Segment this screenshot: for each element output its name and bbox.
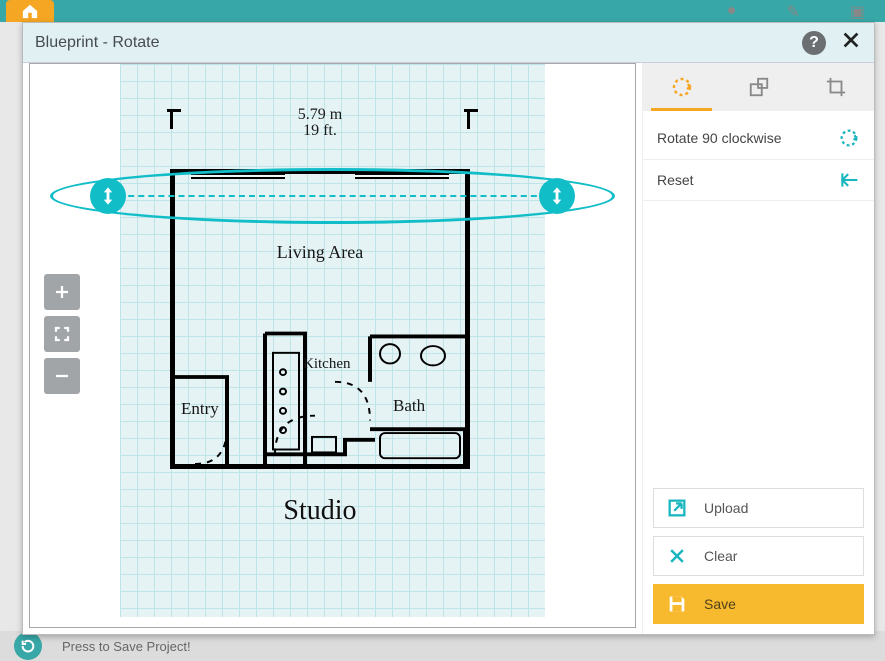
action-rotate-90-label: Rotate 90 clockwise bbox=[657, 130, 782, 146]
action-reset-label: Reset bbox=[657, 172, 694, 188]
rotate-90-icon bbox=[838, 127, 860, 149]
bg-icon-3: ▣ bbox=[850, 2, 865, 22]
action-rotate-90[interactable]: Rotate 90 clockwise bbox=[643, 117, 874, 160]
dim-tick-right bbox=[467, 109, 470, 129]
clear-icon bbox=[664, 546, 690, 566]
blueprint-rotate-dialog: Blueprint - Rotate ? bbox=[22, 22, 875, 635]
label-living: Living Area bbox=[175, 242, 465, 263]
zoom-in-button[interactable] bbox=[44, 274, 80, 310]
footer-refresh-icon[interactable] bbox=[14, 632, 42, 660]
save-icon bbox=[664, 593, 690, 615]
dimension-m: 5.79 m bbox=[298, 107, 342, 123]
help-icon[interactable]: ? bbox=[802, 31, 826, 55]
interior-walls bbox=[175, 174, 465, 464]
dim-tick-left bbox=[170, 109, 173, 129]
side-buttons: Upload Clear Save bbox=[643, 488, 874, 634]
home-tab[interactable] bbox=[6, 0, 54, 22]
footer-bar: Press to Save Project! bbox=[0, 631, 885, 661]
side-pane: Rotate 90 clockwise Reset Upload bbox=[642, 63, 874, 634]
dialog-title: Blueprint - Rotate bbox=[35, 34, 160, 52]
bg-top-icons: ● ✎ ▣ bbox=[727, 2, 865, 22]
save-button[interactable]: Save bbox=[653, 584, 864, 624]
label-bath: Bath bbox=[393, 396, 425, 416]
clear-label: Clear bbox=[704, 548, 737, 564]
rotate-handle-right[interactable] bbox=[539, 178, 575, 214]
close-icon[interactable] bbox=[840, 29, 862, 56]
bg-icon-2: ✎ bbox=[786, 2, 799, 22]
rotate-icon bbox=[670, 75, 694, 99]
label-entry: Entry bbox=[181, 399, 219, 419]
scale-icon bbox=[748, 76, 770, 98]
dimension-bracket: 5.79 m 19 ft. bbox=[170, 109, 470, 139]
rotate-handle-left[interactable] bbox=[90, 178, 126, 214]
room-outline: Living Area Kitchen Bath Entry bbox=[170, 169, 470, 469]
floor-plan: 5.79 m 19 ft. bbox=[170, 109, 470, 559]
zoom-fit-button[interactable] bbox=[44, 316, 80, 352]
home-icon bbox=[21, 3, 39, 19]
tab-scale[interactable] bbox=[720, 63, 797, 111]
plan-title: Studio bbox=[170, 495, 470, 527]
dialog-header: Blueprint - Rotate ? bbox=[23, 23, 874, 63]
zoom-out-button[interactable] bbox=[44, 358, 80, 394]
label-kitchen: Kitchen bbox=[303, 356, 350, 373]
canvas-pane: 5.79 m 19 ft. bbox=[23, 63, 642, 634]
reset-icon bbox=[838, 170, 860, 190]
action-list: Rotate 90 clockwise Reset bbox=[643, 111, 874, 207]
clear-button[interactable]: Clear bbox=[653, 536, 864, 576]
dimension-ft: 19 ft. bbox=[298, 123, 342, 139]
footer-status-text: Press to Save Project! bbox=[62, 639, 191, 654]
windows bbox=[191, 173, 449, 179]
tab-rotate[interactable] bbox=[643, 63, 720, 111]
upload-icon bbox=[664, 497, 690, 519]
canvas-frame[interactable]: 5.79 m 19 ft. bbox=[29, 63, 636, 628]
tab-crop[interactable] bbox=[797, 63, 874, 111]
action-reset[interactable]: Reset bbox=[643, 160, 874, 201]
zoom-controls bbox=[44, 274, 80, 394]
upload-button[interactable]: Upload bbox=[653, 488, 864, 528]
upload-label: Upload bbox=[704, 500, 748, 516]
save-label: Save bbox=[704, 596, 736, 612]
tool-tabs bbox=[643, 63, 874, 111]
crop-icon bbox=[825, 76, 847, 98]
bg-icon-1: ● bbox=[727, 2, 737, 22]
